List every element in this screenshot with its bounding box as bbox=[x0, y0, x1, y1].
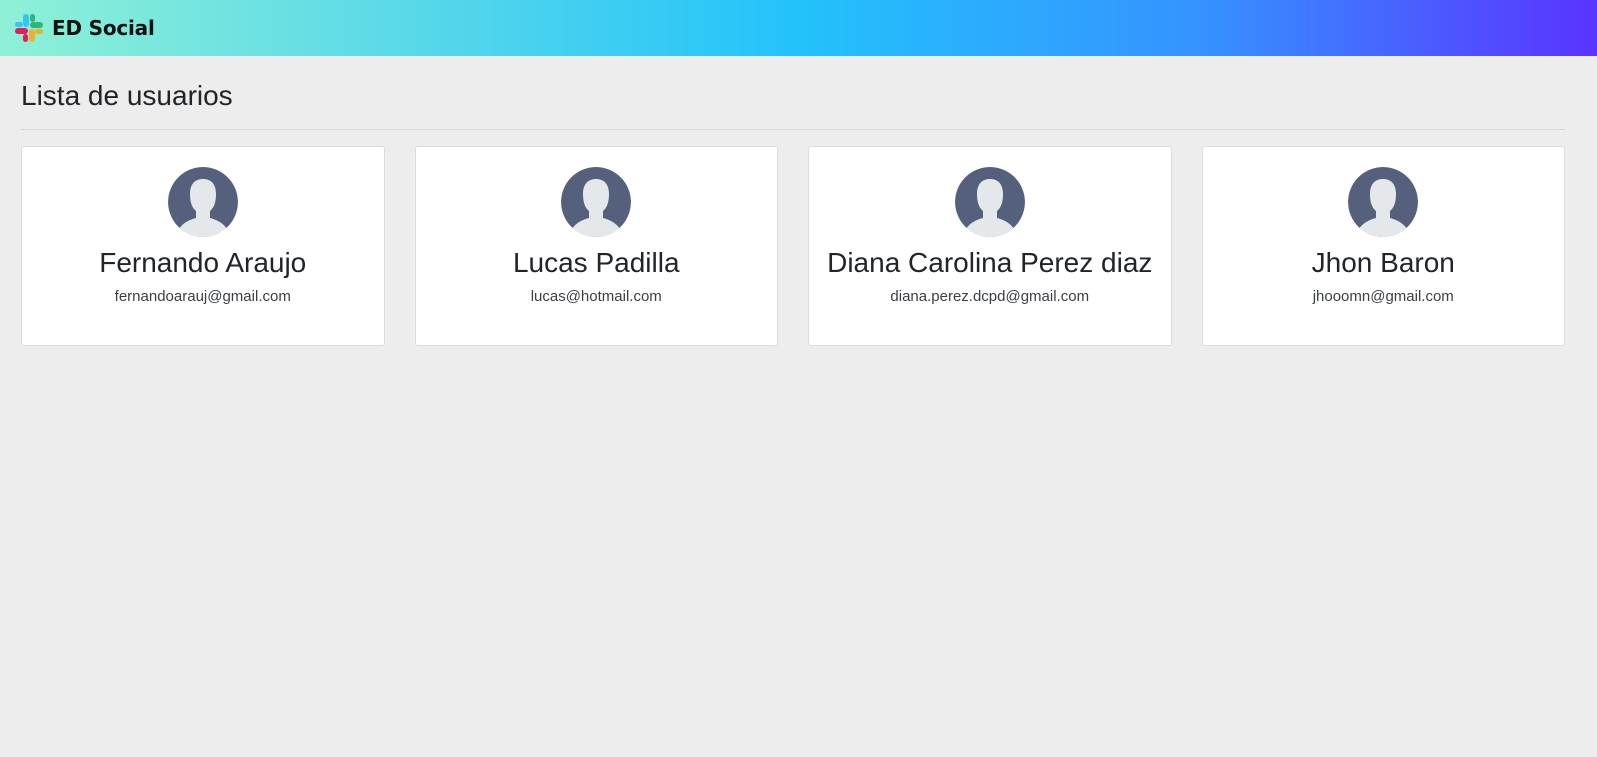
top-navbar: ED Social bbox=[0, 0, 1597, 56]
user-email: fernandoarauj@gmail.com bbox=[114, 288, 291, 305]
user-card[interactable]: Jhon Baron jhooomn@gmail.com bbox=[1201, 146, 1565, 346]
brand-name: ED Social bbox=[52, 16, 155, 40]
user-email: diana.perez.dcpd@gmail.com bbox=[890, 288, 1090, 305]
slack-logo-icon bbox=[15, 14, 43, 42]
user-name: Jhon Baron bbox=[1311, 247, 1455, 278]
user-avatar-icon bbox=[167, 167, 238, 237]
user-card-list: Fernando Araujo fernandoarauj@gmail.com … bbox=[21, 146, 1565, 346]
user-card[interactable]: Fernando Araujo fernandoarauj@gmail.com bbox=[21, 146, 385, 346]
user-name: Lucas Padilla bbox=[512, 247, 680, 278]
page-title: Lista de usuarios bbox=[21, 80, 233, 111]
user-name: Diana Carolina Perez diaz bbox=[827, 247, 1153, 278]
user-email: lucas@hotmail.com bbox=[530, 288, 662, 305]
user-card[interactable]: Lucas Padilla lucas@hotmail.com bbox=[414, 146, 778, 346]
user-email: jhooomn@gmail.com bbox=[1312, 288, 1454, 305]
user-avatar-icon bbox=[561, 167, 632, 237]
user-avatar-icon bbox=[954, 167, 1025, 237]
brand-link[interactable]: ED Social bbox=[13, 12, 155, 44]
user-avatar-icon bbox=[1348, 167, 1419, 237]
user-card[interactable]: Diana Carolina Perez diaz diana.perez.dc… bbox=[808, 146, 1172, 346]
title-divider bbox=[21, 129, 1565, 130]
user-name: Fernando Araujo bbox=[99, 247, 307, 278]
